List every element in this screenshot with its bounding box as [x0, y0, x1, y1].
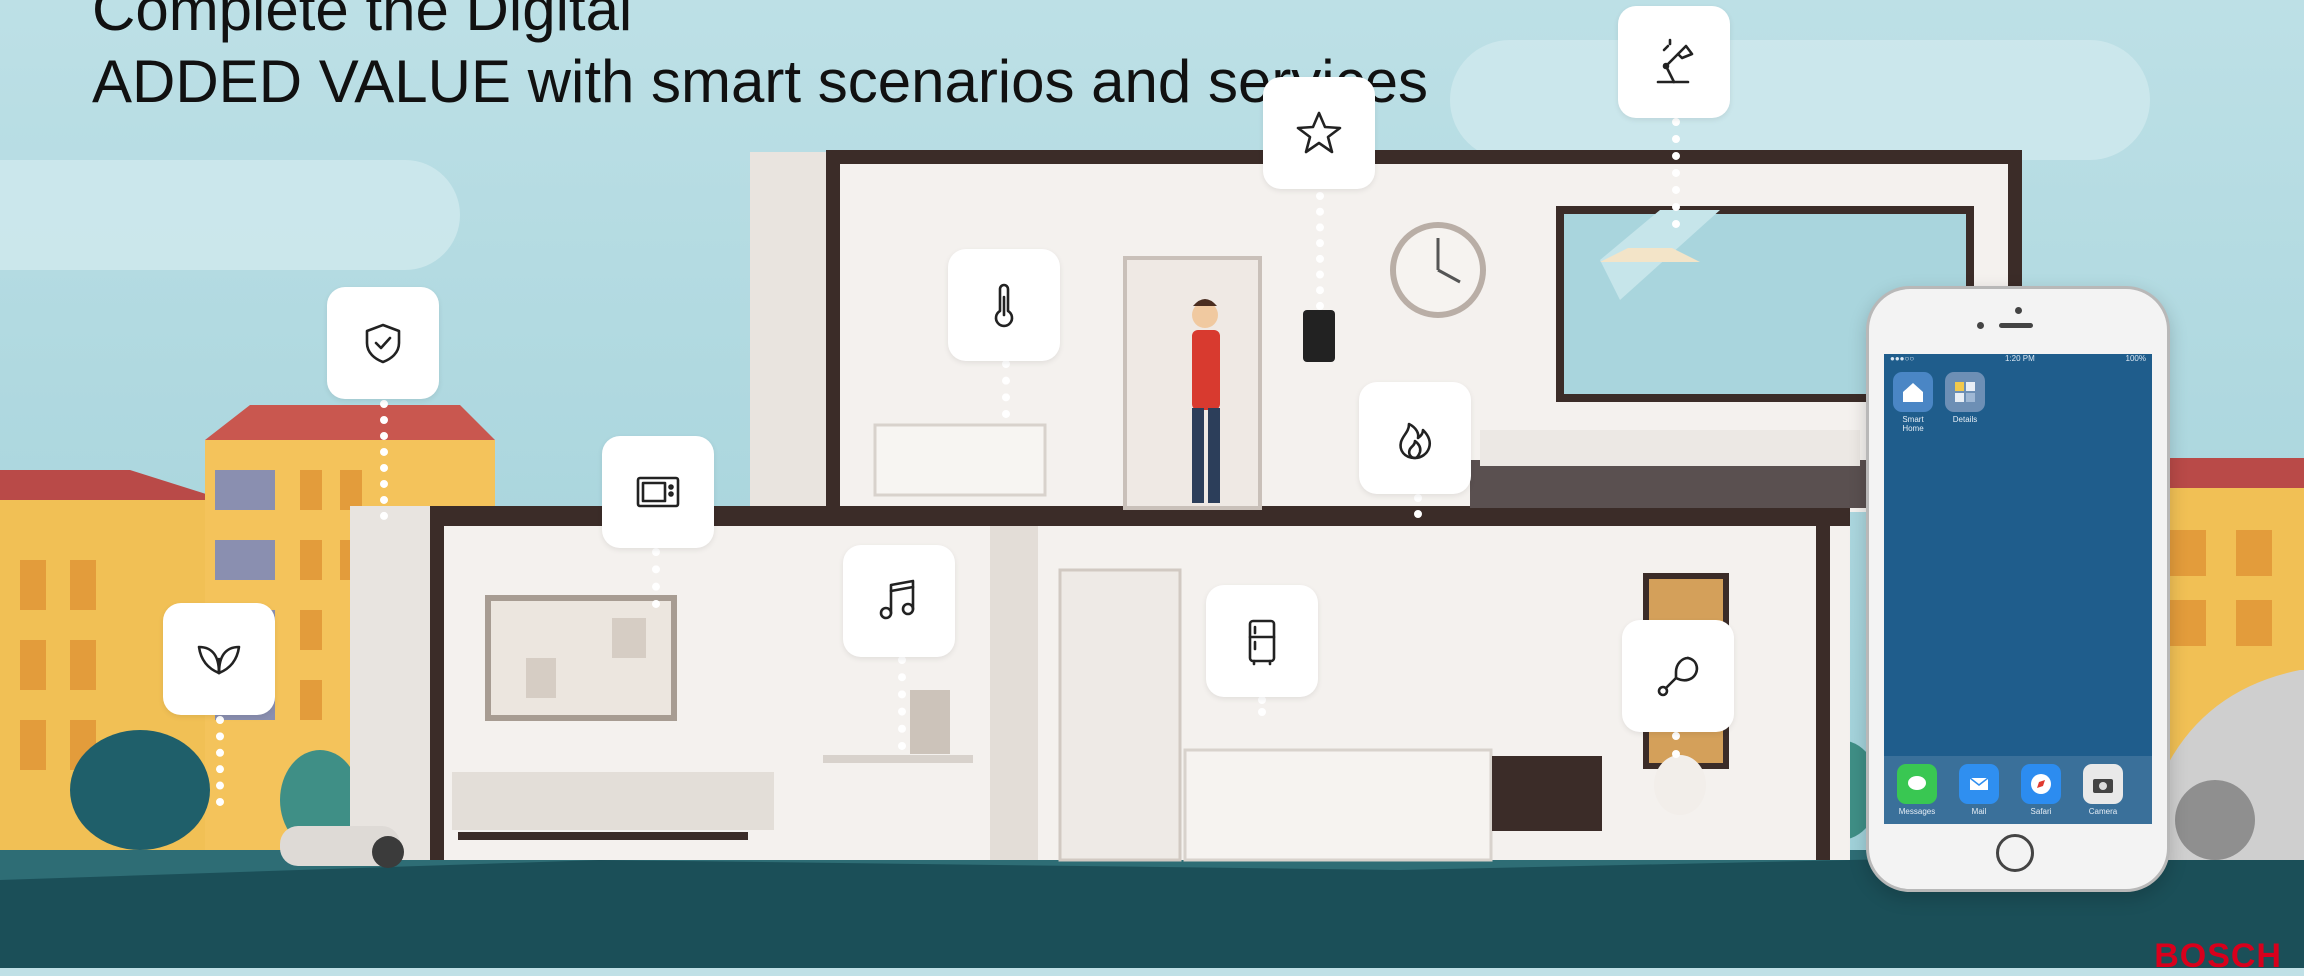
fridge-tile[interactable]	[1206, 585, 1318, 697]
desk-lamp-icon	[1656, 38, 1694, 84]
smartphone: ●●●○○ 1:20 PM 100% Smart Home Details Me…	[1866, 286, 2170, 892]
music-tile[interactable]	[843, 545, 955, 657]
phone-speaker	[1999, 323, 2033, 328]
phone-home-button[interactable]	[1996, 834, 2034, 872]
status-time: 1:20 PM	[2004, 354, 2035, 363]
connector	[652, 548, 660, 608]
connector	[1672, 732, 1680, 758]
dock-app-safari[interactable]: Safari	[2020, 764, 2062, 816]
camera-icon	[2083, 764, 2123, 804]
connector	[1002, 360, 1010, 418]
slide-title: Complete the Digital ADDED VALUE with sm…	[92, 0, 1428, 118]
cooking-tile[interactable]	[1622, 620, 1734, 732]
app-label: Mail	[1971, 807, 1987, 816]
heating-tile[interactable]	[1359, 382, 1471, 494]
app-label: Details	[1952, 415, 1978, 424]
refrigerator-icon	[1248, 619, 1276, 666]
temperature-tile[interactable]	[948, 249, 1060, 361]
tv-tile[interactable]	[602, 436, 714, 548]
star-icon	[1296, 111, 1342, 154]
plant-icon	[197, 645, 241, 675]
smart-home-app-icon	[1893, 372, 1933, 412]
messages-icon	[1897, 764, 1937, 804]
thermometer-icon	[994, 283, 1014, 328]
chicken-leg-icon	[1657, 656, 1699, 697]
connector	[380, 400, 388, 520]
connector	[898, 656, 906, 750]
phone-dock: Messages Mail Safari Camera	[1884, 756, 2152, 824]
status-carrier: ●●●○○	[1890, 354, 1915, 363]
phone-status-bar: ●●●○○ 1:20 PM 100%	[1884, 354, 2152, 366]
favorites-tile[interactable]	[1263, 77, 1375, 189]
app-label: Camera	[2088, 807, 2118, 816]
mail-icon	[1959, 764, 1999, 804]
plant-tile[interactable]	[163, 603, 275, 715]
dock-app-mail[interactable]: Mail	[1958, 764, 2000, 816]
shield-check-icon	[365, 323, 401, 364]
connector	[1316, 192, 1324, 310]
details-app-icon	[1945, 372, 1985, 412]
app-smart-home[interactable]: Smart Home	[1892, 372, 1934, 433]
lighting-tile[interactable]	[1618, 6, 1730, 118]
tv-icon	[636, 476, 680, 508]
safari-compass-icon	[2021, 764, 2061, 804]
dock-app-camera[interactable]: Camera	[2082, 764, 2124, 816]
app-label: Safari	[2030, 807, 2052, 816]
title-line-1: Complete the Digital	[92, 0, 633, 43]
connector	[216, 716, 224, 806]
app-label: Messages	[1898, 807, 1936, 816]
app-label: Smart Home	[1902, 415, 1924, 433]
phone-camera	[1977, 322, 1984, 329]
music-note-icon	[879, 579, 915, 620]
connector	[1672, 118, 1680, 228]
brand-logo: BOSCH	[2154, 937, 2282, 975]
flame-icon	[1399, 422, 1432, 460]
security-tile[interactable]	[327, 287, 439, 399]
phone-screen: ●●●○○ 1:20 PM 100% Smart Home Details Me…	[1884, 354, 2152, 824]
phone-sensor	[2015, 307, 2022, 314]
status-battery: 100%	[2125, 354, 2146, 363]
dock-app-messages[interactable]: Messages	[1896, 764, 1938, 816]
connector	[1414, 494, 1422, 518]
connector	[1258, 696, 1266, 716]
title-line-2: ADDED VALUE with smart scenarios and ser…	[92, 48, 1428, 115]
app-details[interactable]: Details	[1944, 372, 1986, 424]
